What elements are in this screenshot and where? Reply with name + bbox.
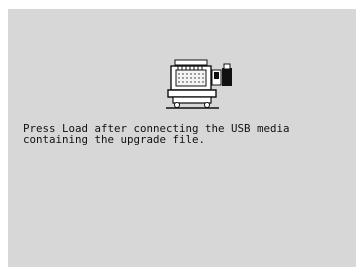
upgrade-instruction-message: Press Load after connecting the USB medi…	[23, 122, 290, 146]
upgrade-screen: Press Load after connecting the USB medi…	[8, 9, 356, 267]
embroidery-machine-usb-icon	[166, 59, 232, 109]
